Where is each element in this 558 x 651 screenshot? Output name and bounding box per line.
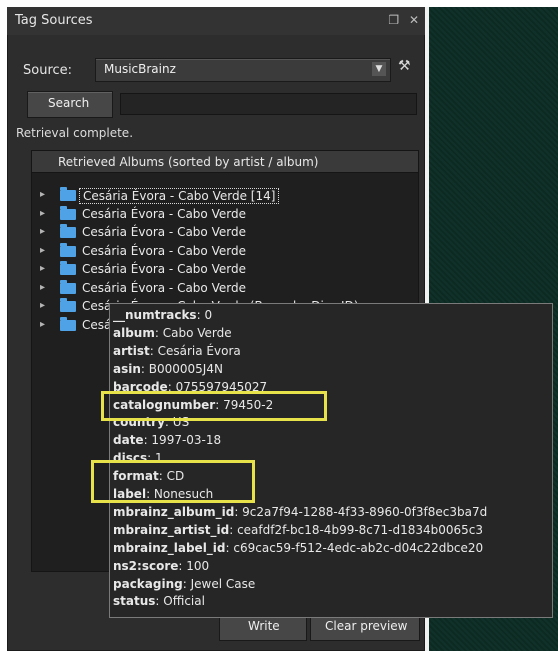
tooltip-value: Official: [163, 594, 205, 609]
tooltip-key: status: [113, 594, 156, 609]
expand-arrow-icon[interactable]: ▸: [40, 208, 45, 219]
expand-arrow-icon[interactable]: ▸: [40, 319, 45, 330]
album-row[interactable]: ▸ Cesária Évora - Cabo Verde: [32, 279, 418, 298]
chevron-down-icon[interactable]: ▼: [372, 62, 386, 76]
tooltip-value: 9c2a7f94-1288-4f33-8960-0f3f8ec3ba7d: [242, 504, 488, 519]
tooltip-value: B000005J4N: [148, 361, 223, 376]
folder-icon: [60, 261, 76, 275]
highlight-box-catalognumber: [101, 391, 327, 421]
tooltip-value: ceafdf2f-bc18-4b99-8c71-d1834b0065c3: [237, 522, 484, 537]
tooltip-line: artist: Cesária Évora: [113, 343, 241, 358]
folder-icon: [60, 205, 76, 220]
folder-icon: [60, 298, 76, 312]
tooltip-line: status: Official: [113, 594, 205, 609]
source-label: Source:: [23, 63, 73, 78]
tree-header-label: Retrieved Albums (sorted by artist / alb…: [58, 155, 319, 169]
highlight-box-format-label: [91, 460, 255, 503]
album-row[interactable]: ▸ Cesária Évora - Cabo Verde: [32, 242, 418, 261]
folder-icon: [60, 279, 76, 294]
tooltip-key: packaging: [113, 576, 183, 591]
tooltip-line: album: Cabo Verde: [113, 325, 232, 340]
tooltip-value: Cabo Verde: [162, 325, 232, 340]
tooltip-line: packaging: Jewel Case: [113, 576, 256, 591]
tooltip-key: __numtracks: [113, 308, 197, 322]
folder-icon: [60, 187, 76, 201]
wrench-icon[interactable]: ⚒: [398, 58, 418, 80]
tooltip-line: asin: B000005J4N: [113, 361, 223, 376]
write-button-label: Write: [248, 619, 280, 633]
tooltip-key: artist: [113, 343, 150, 358]
expand-arrow-icon[interactable]: ▸: [40, 189, 45, 200]
search-button[interactable]: Search: [27, 91, 113, 118]
status-text: Retrieval complete.: [16, 126, 134, 140]
album-row-label: Cesária Évora - Cabo Verde: [82, 225, 246, 239]
tooltip-line: mbrainz_artist_id: ceafdf2f-bc18-4b99-8c…: [113, 522, 484, 537]
tooltip-line: mbrainz_label_id: c69cac59-f512-4edc-ab2…: [113, 540, 484, 555]
search-button-label: Search: [48, 96, 90, 110]
tooltip-key: asin: [113, 361, 141, 376]
album-row[interactable]: ▸ Cesária Évora - Cabo Verde: [32, 224, 418, 242]
tooltip-line: date: 1997-03-18: [113, 433, 222, 448]
source-select[interactable]: MusicBrainz ▼: [95, 58, 391, 82]
album-row-label: Cesária Évora - Cabo Verde [14]: [79, 188, 280, 204]
album-row-label: Cesária Évora - Cabo Verde: [82, 280, 246, 295]
tooltip-value: Jewel Case: [190, 576, 256, 591]
tree-header[interactable]: Retrieved Albums (sorted by artist / alb…: [32, 151, 418, 173]
tooltip-value: c69cac59-f512-4edc-ab2c-d04c22dbce20: [233, 540, 484, 555]
source-value: MusicBrainz: [104, 62, 176, 76]
album-row-label: Cesária Évora - Cabo Verde: [82, 206, 246, 221]
panel-title: Tag Sources: [15, 13, 93, 28]
tooltip-key: date: [113, 433, 144, 448]
folder-icon: [60, 316, 76, 331]
album-row[interactable]: ▸ Cesária Évora - Cabo Verde [14]: [32, 187, 418, 205]
tooltip-value: 100: [186, 558, 210, 573]
title-icons: ❐ ✕: [382, 13, 419, 27]
expand-arrow-icon[interactable]: ▸: [40, 226, 45, 237]
close-icon[interactable]: ✕: [409, 13, 419, 27]
tooltip-key: mbrainz_album_id: [113, 504, 235, 519]
clear-preview-label: Clear preview: [325, 619, 408, 633]
album-row[interactable]: ▸ Cesária Évora - Cabo Verde: [32, 205, 418, 224]
tooltip-line: ns2:score: 100: [113, 558, 210, 573]
tooltip-line: mbrainz_album_id: 9c2a7f94-1288-4f33-896…: [113, 504, 488, 519]
expand-arrow-icon[interactable]: ▸: [40, 300, 45, 311]
tooltip-key: ns2:score: [113, 558, 179, 573]
tooltip-key: album: [113, 325, 155, 340]
tooltip-value: Cesária Évora: [157, 343, 241, 358]
float-icon[interactable]: ❐: [388, 13, 399, 27]
expand-arrow-icon[interactable]: ▸: [40, 282, 45, 293]
tooltip-value: 0: [204, 308, 213, 322]
expand-arrow-icon[interactable]: ▸: [40, 245, 45, 256]
search-input[interactable]: [120, 93, 417, 115]
clear-preview-button[interactable]: Clear preview: [310, 614, 420, 641]
tooltip-line: __numtracks: 0: [113, 308, 213, 322]
album-row[interactable]: ▸ Cesária Évora - Cabo Verde: [32, 261, 418, 279]
expand-arrow-icon[interactable]: ▸: [40, 263, 45, 274]
write-button[interactable]: Write: [219, 614, 307, 641]
tooltip-key: mbrainz_label_id: [113, 540, 226, 555]
folder-icon: [60, 224, 76, 238]
folder-icon: [60, 242, 76, 257]
panel-title-bar: Tag Sources ❐ ✕: [7, 7, 425, 35]
album-row-label: Cesária Évora - Cabo Verde: [82, 243, 246, 258]
album-row-label: Cesária Évora - Cabo Verde: [82, 262, 246, 276]
tooltip-value: 1997-03-18: [151, 433, 222, 448]
tooltip-key: mbrainz_artist_id: [113, 522, 230, 537]
